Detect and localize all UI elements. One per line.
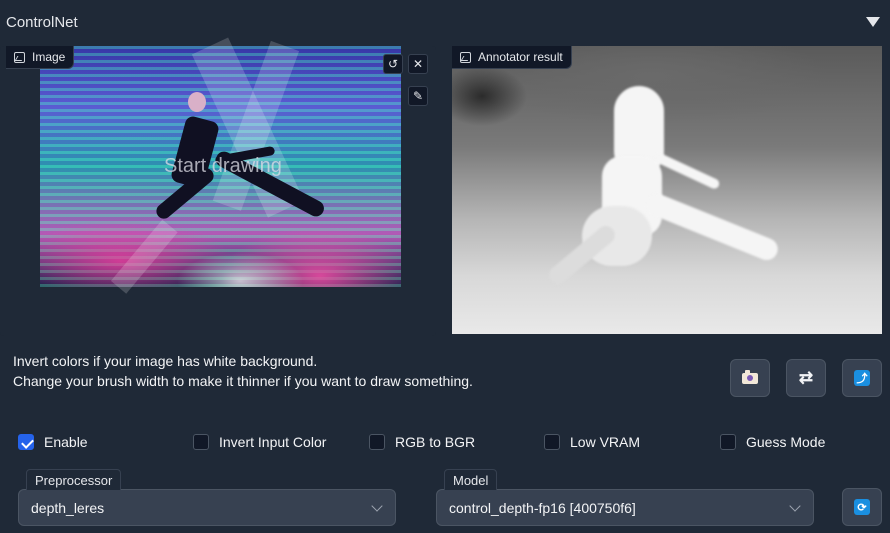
camera-icon (742, 369, 758, 384)
image-icon (14, 51, 25, 63)
refresh-icon: ⟳ (854, 499, 870, 515)
chevron-down-icon (789, 500, 801, 512)
checkbox-box[interactable] (193, 434, 209, 450)
undo-icon[interactable]: ↺ (383, 54, 403, 74)
info-line-brush: Change your brush width to make it thinn… (13, 373, 473, 389)
start-drawing-hint: Start drawing (164, 155, 282, 177)
swap-button[interactable]: ⇄ (786, 359, 826, 397)
annotator-tag-label: Annotator result (478, 50, 563, 64)
low-vram-checkbox[interactable]: Low VRAM (544, 434, 640, 450)
send-dimensions-button[interactable]: ⤴ (842, 359, 882, 397)
checkbox-box[interactable] (369, 434, 385, 450)
collapse-toggle-icon[interactable] (866, 17, 880, 27)
checkbox-label: RGB to BGR (395, 434, 476, 450)
checkbox-label: Invert Input Color (219, 434, 327, 450)
image-icon (460, 51, 471, 63)
invert-input-color-checkbox[interactable]: Invert Input Color (193, 434, 326, 450)
checkbox-box[interactable] (544, 434, 560, 450)
annotator-depth-image (452, 46, 882, 334)
checkbox-label: Enable (44, 434, 88, 450)
webcam-button[interactable] (730, 359, 770, 397)
checkbox-box[interactable] (18, 434, 34, 450)
arrow-up-icon: ⤴ (854, 370, 870, 386)
image-tag: Image (6, 46, 75, 69)
model-select[interactable]: control_depth-fp16 [400750f6] (436, 489, 814, 526)
swap-icon: ⇄ (798, 368, 814, 387)
model-value: control_depth-fp16 [400750f6] (449, 499, 636, 516)
chevron-down-icon (371, 500, 383, 512)
preprocessor-value: depth_leres (31, 499, 105, 516)
preprocessor-label: Preprocessor (26, 469, 122, 491)
section-title: ControlNet (6, 14, 78, 31)
model-label: Model (444, 469, 498, 491)
preprocessor-select[interactable]: depth_leres (18, 489, 396, 526)
rgb-to-bgr-checkbox[interactable]: RGB to BGR (369, 434, 475, 450)
image-tag-label: Image (32, 50, 66, 64)
annotator-tag: Annotator result (452, 46, 572, 69)
guess-mode-checkbox[interactable]: Guess Mode (720, 434, 825, 450)
brush-icon[interactable]: ✎ (408, 86, 428, 106)
close-icon[interactable]: ✕ (408, 54, 428, 74)
checkbox-label: Guess Mode (746, 434, 826, 450)
enable-checkbox[interactable]: Enable (18, 434, 88, 450)
info-line-invert: Invert colors if your image has white ba… (13, 353, 318, 369)
checkbox-label: Low VRAM (570, 434, 641, 450)
refresh-models-button[interactable]: ⟳ (842, 488, 882, 526)
checkbox-box[interactable] (720, 434, 736, 450)
